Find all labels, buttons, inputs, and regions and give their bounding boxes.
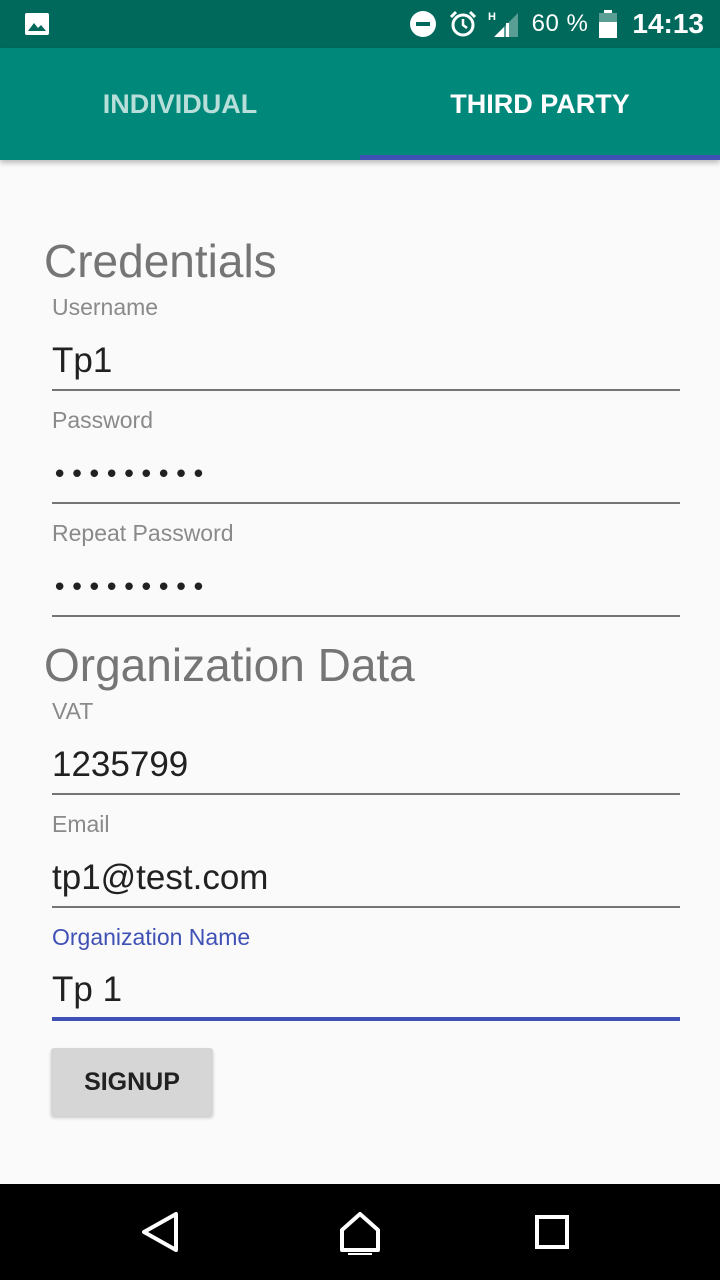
vat-label: VAT [52, 698, 94, 724]
password-input[interactable]: ••••••••• [52, 446, 680, 504]
vat-field: VAT [52, 698, 680, 795]
home-icon[interactable] [330, 1202, 390, 1262]
tab-third-party[interactable]: THIRD PARTY [360, 48, 720, 160]
status-icons: H 60 % 14:13 [408, 0, 704, 48]
password-field: Password ••••••••• [52, 407, 680, 504]
credentials-title: Credentials [44, 235, 277, 287]
organization-name-input[interactable] [52, 963, 680, 1021]
clock: 14:13 [632, 8, 704, 39]
do-not-disturb-icon [409, 11, 436, 37]
email-label: Email [52, 811, 110, 837]
battery-percent: 60 % [531, 10, 589, 37]
organization-name-label: Organization Name [52, 924, 251, 950]
battery-icon [599, 10, 618, 38]
app-screen: H 60 % 14:13 INDIVIDUAL THIRD PARTY Cred… [0, 0, 720, 1280]
username-label: Username [52, 294, 159, 320]
recents-icon[interactable] [522, 1202, 582, 1262]
email-input[interactable] [52, 850, 680, 908]
repeat-password-input[interactable]: ••••••••• [52, 559, 680, 617]
repeat-password-field: Repeat Password ••••••••• [52, 520, 680, 617]
tab-indicator [360, 155, 720, 160]
alarm-icon [449, 10, 476, 37]
email-field: Email [52, 811, 680, 908]
vat-input[interactable] [52, 737, 680, 795]
username-field: Username [52, 294, 680, 391]
tab-individual[interactable]: INDIVIDUAL [0, 48, 360, 160]
status-bar: H 60 % 14:13 [0, 0, 720, 48]
navigation-bar [0, 1184, 720, 1280]
signal-icon: H [488, 11, 518, 37]
password-label: Password [52, 407, 153, 433]
organization-title: Organization Data [44, 639, 415, 691]
repeat-password-label: Repeat Password [52, 520, 234, 546]
back-icon[interactable] [130, 1202, 190, 1262]
network-type: H [488, 11, 496, 23]
gallery-icon [25, 13, 49, 35]
username-input[interactable] [52, 333, 680, 391]
tab-bar: INDIVIDUAL THIRD PARTY [0, 48, 720, 160]
signup-button[interactable]: SIGNUP [51, 1048, 213, 1116]
organization-name-field: Organization Name [52, 924, 680, 1021]
